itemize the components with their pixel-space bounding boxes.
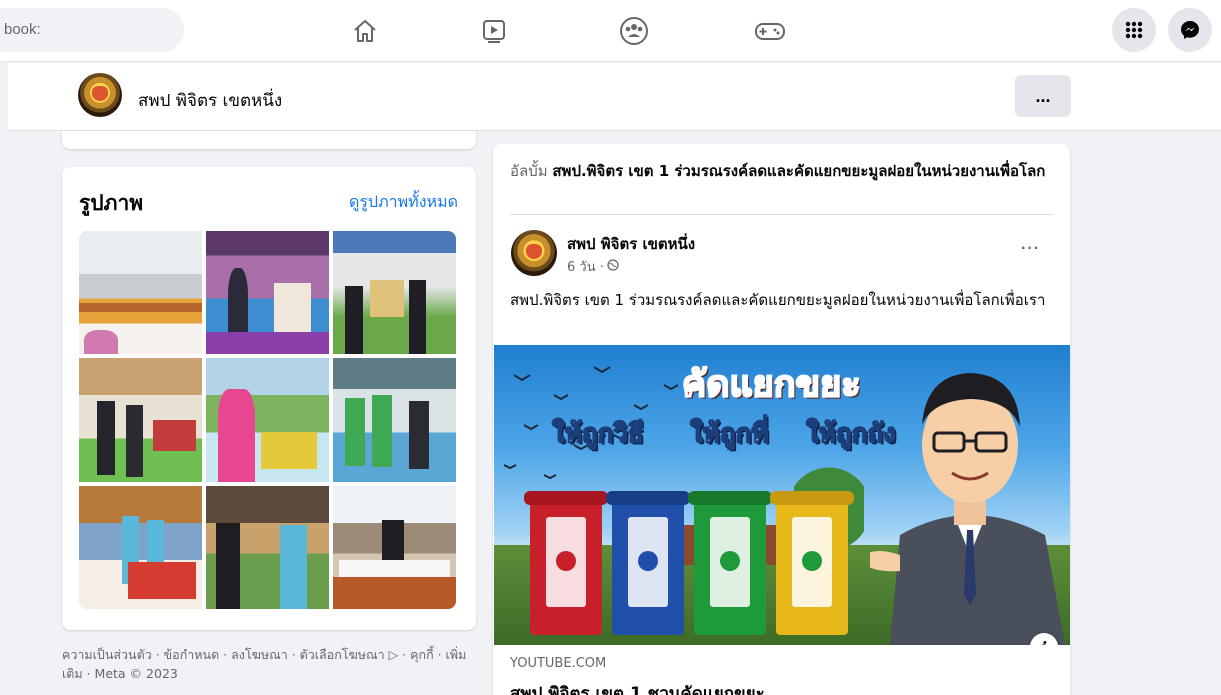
post-text: สพป.พิจิตร เขต 1 ร่วมรณรงค์ลดและคัดแยกขย… <box>510 291 1046 309</box>
home-icon[interactable] <box>348 14 382 48</box>
link-thumbnail[interactable]: คัดแยกขยะ ให้ถูกวิธี ให้ถูกที่ ให้ถูกถัง <box>494 345 1070 645</box>
photo-thumbnail[interactable] <box>79 358 202 482</box>
thumbnail-headline: คัดแยกขยะ <box>681 363 862 406</box>
messenger-icon[interactable] <box>1168 8 1212 52</box>
menu-grid-icon[interactable] <box>1112 8 1156 52</box>
album-prefix: อัลบั้ม <box>510 162 548 180</box>
album-title-link[interactable]: สพป.พิจิตร เขต 1 ร่วมรณรงค์ลดและคัดแยกขย… <box>552 162 1045 180</box>
album-heading: อัลบั้ม สพป.พิจิตร เขต 1 ร่วมรณรงค์ลดและ… <box>510 160 1055 182</box>
see-all-photos-link[interactable]: ดูรูปภาพทั้งหมด <box>349 190 458 215</box>
top-navigation-bar: book: <box>0 0 1221 62</box>
globe-icon <box>607 258 619 275</box>
post-meta: 6 วัน · <box>567 256 619 277</box>
photo-grid <box>79 231 456 609</box>
post-more-button[interactable]: ··· <box>1021 240 1040 258</box>
photo-thumbnail[interactable] <box>333 358 456 482</box>
divider <box>510 214 1053 215</box>
page-header: สพป พิจิตร เขตหนึ่ง ... <box>8 63 1221 131</box>
post-timestamp[interactable]: 6 วัน · <box>567 256 604 277</box>
more-options-button[interactable]: ... <box>1015 75 1071 117</box>
link-domain: YOUTUBE.COM <box>510 656 607 671</box>
photos-card: รูปภาพ ดูรูปภาพทั้งหมด <box>62 167 476 630</box>
photo-thumbnail[interactable] <box>333 485 456 609</box>
footer-links[interactable]: ความเป็นส่วนตัว · ข้อกำหนด · ลงโฆษณา · ต… <box>62 645 476 683</box>
photo-thumbnail[interactable] <box>206 231 329 355</box>
photo-thumbnail[interactable] <box>206 485 329 609</box>
post-author-name[interactable]: สพป พิจิตร เขตหนึ่ง <box>567 232 695 256</box>
photo-thumbnail[interactable] <box>79 485 202 609</box>
cartoon-man-illustration <box>870 373 1065 645</box>
photo-thumbnail[interactable] <box>79 231 202 355</box>
post-card: อัลบั้ม สพป.พิจิตร เขต 1 ร่วมรณรงค์ลดและ… <box>493 144 1070 695</box>
thumbnail-sub1: ให้ถูกวิธี <box>551 418 644 450</box>
watch-icon[interactable] <box>477 14 511 48</box>
groups-icon[interactable] <box>617 14 651 48</box>
page-name[interactable]: สพป พิจิตร เขตหนึ่ง <box>138 87 282 114</box>
bin-yellow <box>770 491 854 635</box>
previous-card <box>62 131 476 149</box>
page-avatar[interactable] <box>78 73 122 117</box>
bin-red <box>524 491 608 635</box>
search-input-text: book: <box>4 21 41 38</box>
photo-thumbnail[interactable] <box>206 358 329 482</box>
link-title[interactable]: สพป พิจิตร เขต 1 ชวนคัดแยกขยะ <box>510 680 765 695</box>
thumbnail-sub2: ให้ถูกที่ <box>689 418 769 450</box>
search-input[interactable]: book: <box>0 8 184 52</box>
bin-blue <box>606 491 690 635</box>
bin-green <box>688 491 772 635</box>
gaming-icon[interactable] <box>753 14 787 48</box>
photos-title: รูปภาพ <box>79 191 144 215</box>
post-author-avatar[interactable] <box>511 230 557 276</box>
photo-thumbnail[interactable] <box>333 231 456 355</box>
